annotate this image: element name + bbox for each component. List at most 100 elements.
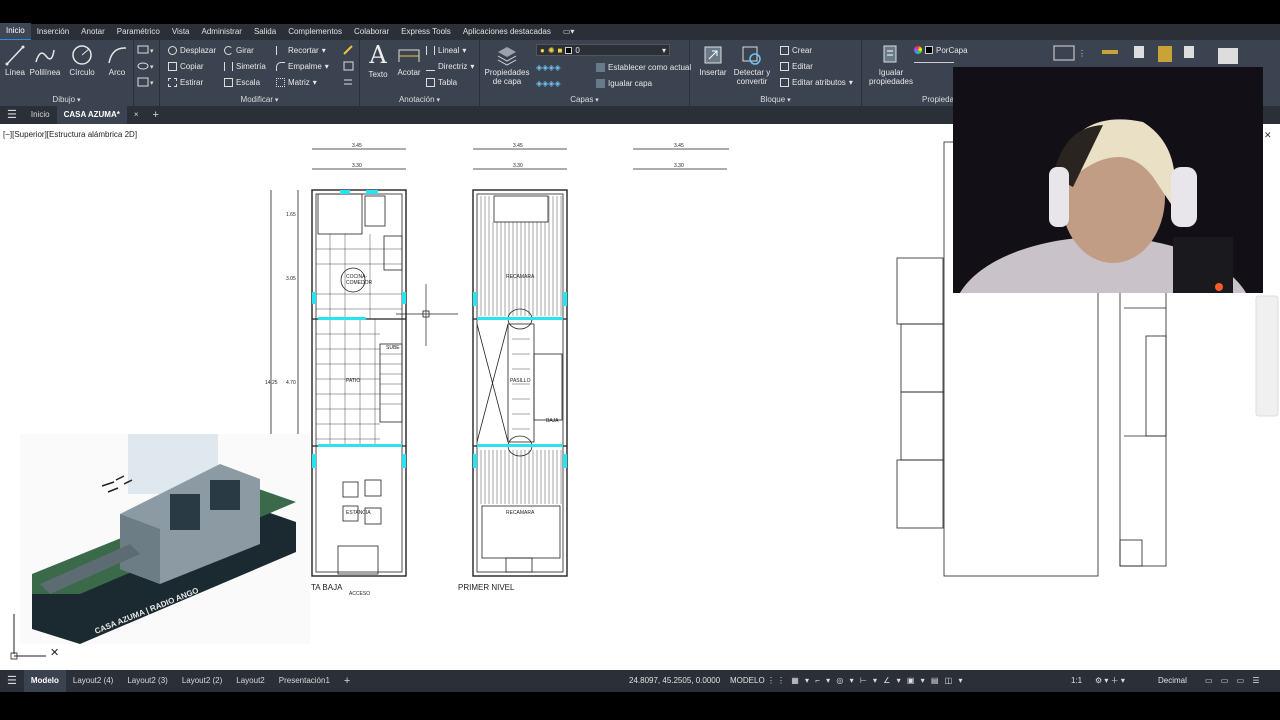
- propiedades-capa-button[interactable]: Propiedades de capa: [482, 44, 532, 86]
- detectar-convertir-button[interactable]: Detectar y convertir: [732, 44, 772, 86]
- editar-button[interactable]: Editar: [780, 60, 813, 72]
- tabla-label: Tabla: [438, 77, 458, 87]
- settings-icons[interactable]: ⚙ ▾ ＋ ▾: [1095, 670, 1125, 692]
- bloque-title[interactable]: Bloque: [690, 95, 861, 104]
- tab-drawing[interactable]: CASA AZUMA*: [56, 106, 127, 124]
- status-right-icons[interactable]: ▭ ▭ ▭ ☰: [1205, 670, 1263, 692]
- empalme-button[interactable]: Empalme ▾: [276, 60, 329, 72]
- layout-tab-modelo[interactable]: Modelo: [23, 670, 66, 692]
- girar-button[interactable]: Girar: [224, 44, 254, 56]
- layer-properties-icon: [497, 47, 517, 66]
- linea-button[interactable]: Línea: [4, 44, 26, 77]
- lineal-button[interactable]: Lineal ▾: [426, 44, 466, 56]
- matriz-button[interactable]: Matriz ▾: [276, 76, 317, 88]
- tab-insercion[interactable]: Inserción: [31, 24, 75, 40]
- new-tab-icon[interactable]: +: [146, 106, 166, 124]
- crear-button[interactable]: Crear: [780, 44, 812, 56]
- polyline-icon: [35, 49, 55, 63]
- drafting-tools-icons[interactable]: ⋮⋮ ▦ ▾ ⌐ ▾ ◎ ▾ ⊢ ▾ ∠ ▾ ▣ ▾ ▤ ◫ ▾: [767, 670, 964, 692]
- text-icon: A: [369, 41, 387, 69]
- dim-345-b: 3.45: [513, 143, 523, 149]
- simetria-button[interactable]: Simetría: [224, 60, 266, 72]
- escala-label: Escala: [236, 77, 261, 87]
- panel-dibujo: Línea Polilínea Círculo Arco Dibujo: [0, 40, 134, 106]
- layer-tools-row2[interactable]: ◈◈◈◈: [536, 77, 561, 89]
- arc-icon: [108, 47, 127, 64]
- close-viewport-icon[interactable]: ✕: [1264, 130, 1272, 140]
- color-dropdown[interactable]: PorCapa: [914, 44, 1042, 56]
- arco-button[interactable]: Arco: [104, 44, 130, 77]
- line-icon: [5, 45, 25, 66]
- application-menu-icon[interactable]: ☰: [0, 106, 24, 124]
- propiedades-title[interactable]: Propieda: [862, 95, 962, 104]
- ucs-x-icon: ✕: [50, 647, 59, 659]
- tab-anotar[interactable]: Anotar: [75, 24, 111, 40]
- layout-tab-layout2-3[interactable]: Layout2 (3): [120, 670, 174, 692]
- tab-vista[interactable]: Vista: [166, 24, 196, 40]
- circulo-button[interactable]: Círculo: [66, 44, 98, 77]
- insertar-button[interactable]: Insertar: [698, 44, 728, 77]
- tab-complementos[interactable]: Complementos: [282, 24, 348, 40]
- capas-title[interactable]: Capas: [480, 95, 689, 104]
- tab-aplicaciones[interactable]: Aplicaciones destacadas: [457, 24, 557, 40]
- copiar-label: Copiar: [180, 61, 204, 71]
- annotation-scale[interactable]: 1:1: [1071, 670, 1082, 692]
- igualar-prop-l1: Igualar: [878, 68, 904, 77]
- anotacion-title[interactable]: Anotación: [360, 95, 479, 104]
- layout-tab-layout2-4[interactable]: Layout2 (4): [66, 670, 120, 692]
- desplazar-button[interactable]: Desplazar: [168, 44, 216, 56]
- navigation-bar[interactable]: [1255, 295, 1279, 417]
- tab-parametrico[interactable]: Paramétrico: [111, 24, 166, 40]
- estirar-button[interactable]: Estirar: [168, 76, 203, 88]
- close-tab-icon[interactable]: ×: [127, 106, 146, 124]
- tabla-button[interactable]: Tabla: [426, 76, 457, 88]
- detect-convert-icon: [742, 46, 761, 65]
- model-space-button[interactable]: MODELO: [730, 670, 765, 692]
- svg-text:▾: ▾: [150, 80, 154, 87]
- panel-anotacion: A Texto Acotar Lineal ▾ Directriz ▾ Tabla …: [360, 40, 480, 106]
- tab-salida[interactable]: Salida: [248, 24, 282, 40]
- editar-atributos-button[interactable]: Editar atributos ▾: [780, 76, 853, 88]
- igualar-prop-l2: propiedades: [868, 77, 914, 86]
- tab-administrar[interactable]: Administrar: [196, 24, 248, 40]
- polilinea-button[interactable]: Polilínea: [28, 44, 62, 77]
- dim-1425: 14.25: [265, 380, 278, 386]
- copiar-button[interactable]: Copiar: [168, 60, 204, 72]
- units-readout[interactable]: Decimal: [1158, 670, 1187, 692]
- escala-button[interactable]: Escala: [224, 76, 260, 88]
- acotar-button[interactable]: Acotar: [394, 44, 424, 77]
- tab-colaborar[interactable]: Colaborar: [348, 24, 395, 40]
- layout-tab-layout2[interactable]: Layout2: [229, 670, 271, 692]
- add-layout-icon[interactable]: +: [337, 670, 357, 692]
- polilinea-label: Polilínea: [29, 68, 61, 77]
- dimension-icon: [398, 49, 420, 62]
- igualar-propiedades-button[interactable]: Igualar propiedades: [868, 44, 914, 86]
- layout-tab-layout2-2[interactable]: Layout2 (2): [175, 670, 229, 692]
- linea-label: Línea: [4, 68, 26, 77]
- dim-165: 1.65: [286, 212, 296, 218]
- texto-button[interactable]: A Texto: [364, 42, 392, 79]
- svg-text:▾: ▾: [150, 48, 154, 55]
- recortar-button[interactable]: Recortar ▾: [276, 44, 326, 56]
- render-svg: CASA AZUMA | RADIO ANGO: [32, 434, 296, 644]
- insertar-label: Insertar: [699, 68, 727, 77]
- girar-label: Girar: [236, 45, 254, 55]
- igualar-capa-button[interactable]: Igualar capa: [596, 77, 652, 89]
- layout-tab-presentacion1[interactable]: Presentación1: [272, 670, 337, 692]
- modify-extra-icons[interactable]: [342, 44, 356, 90]
- status-menu-icon[interactable]: ☰: [0, 670, 24, 692]
- tab-inicio[interactable]: Inicio: [0, 23, 31, 41]
- rectangle-hatch-icons[interactable]: ▾ ▾ ▾: [137, 45, 155, 91]
- modificar-title[interactable]: Modificar: [160, 95, 359, 104]
- ribbon-toggle-icon[interactable]: ▭▾: [557, 24, 581, 40]
- establecer-actual-button[interactable]: Establecer como actual: [596, 61, 691, 73]
- status-bar: ☰ Modelo Layout2 (4) Layout2 (3) Layout2…: [0, 670, 1280, 692]
- tab-home[interactable]: Inicio: [24, 106, 57, 124]
- directriz-button[interactable]: Directriz ▾: [426, 60, 474, 72]
- coordinates-readout[interactable]: 24.8097, 45.2505, 0.0000: [629, 670, 720, 692]
- layer-tools-row1[interactable]: ◈◈◈◈: [536, 61, 561, 73]
- dibujo-title[interactable]: Dibujo: [0, 95, 133, 104]
- tab-express-tools[interactable]: Express Tools: [395, 24, 457, 40]
- layer-dropdown[interactable]: ● ✺ ■ 0 ▾: [536, 44, 670, 56]
- simetria-label: Simetría: [236, 61, 266, 71]
